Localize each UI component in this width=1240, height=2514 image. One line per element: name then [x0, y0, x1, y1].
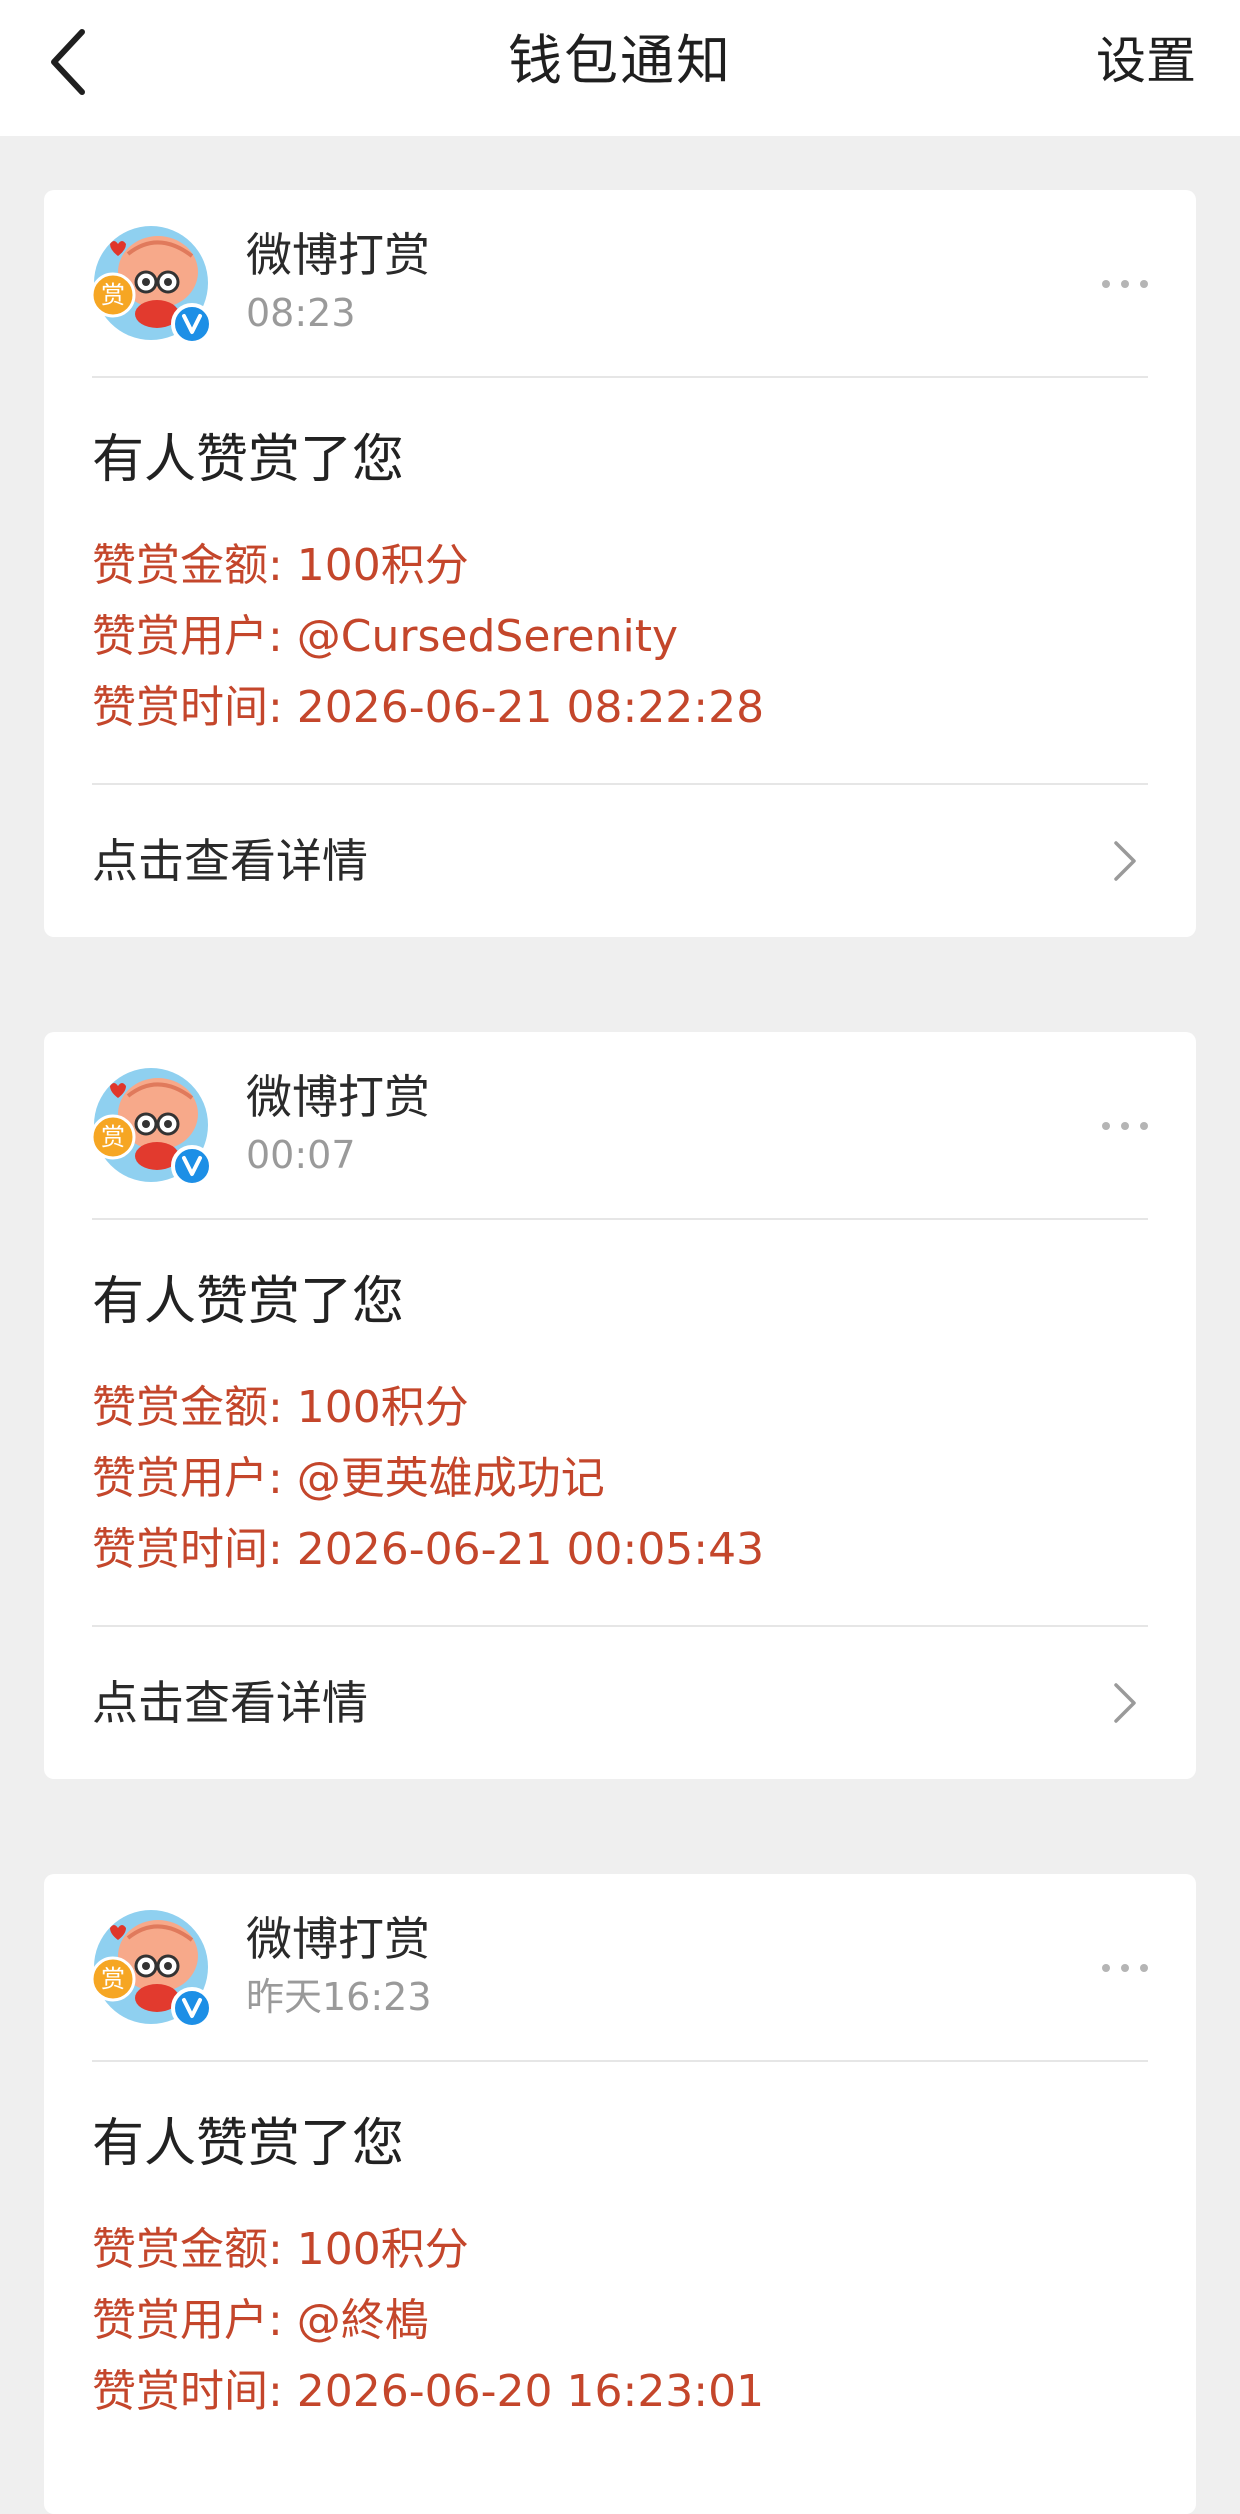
- view-details-link[interactable]: 点击查看详情: [44, 1627, 1196, 1779]
- card-body: 有人赞赏了您 赞赏金额: 100积分 赞赏用户: @CursedSerenity…: [44, 378, 1196, 783]
- page-title: 钱包通知: [508, 29, 732, 92]
- chevron-right-icon: [1114, 1683, 1136, 1723]
- reward-time: 赞赏时间: 2026-06-21 00:05:43: [92, 1524, 765, 1575]
- notification-card: 赏 微博打赏 08:23 有人赞赏了您 赞赏金额: 100积分 赞赏用户: @C…: [44, 190, 1196, 937]
- reward-amount: 赞赏金额: 100积分: [92, 540, 469, 591]
- svg-text:赏: 赏: [101, 1123, 125, 1151]
- card-body: 有人赞赏了您 赞赏金额: 100积分 赞赏用户: @更英雄成功记 赞赏时间: 2…: [44, 1220, 1196, 1625]
- avatar[interactable]: 赏: [90, 1908, 213, 2029]
- top-bar: 钱包通知 设置: [0, 0, 1240, 136]
- svg-text:赏: 赏: [101, 1965, 125, 1993]
- reward-user: 赞赏用户: @CursedSerenity: [92, 611, 679, 662]
- card-body: 有人赞赏了您 赞赏金额: 100积分 赞赏用户: @終槝 赞赏时间: 2026-…: [44, 2062, 1196, 2467]
- message-title: 有人赞赏了您: [92, 2114, 405, 2174]
- notification-time: 08:23: [246, 291, 356, 335]
- card-header: 赏 微博打赏 08:23: [44, 190, 1196, 376]
- reward-badge-icon: 赏: [90, 1956, 136, 2002]
- message-title: 有人赞赏了您: [92, 1272, 405, 1332]
- sender-name: 微博打赏: [246, 1912, 430, 1966]
- view-details-link[interactable]: 点击查看详情: [44, 785, 1196, 937]
- verified-badge-icon: [171, 1987, 213, 2029]
- message-title: 有人赞赏了您: [92, 430, 405, 490]
- card-header: 赏 微博打赏 昨天16:23: [44, 1874, 1196, 2060]
- verified-badge-icon: [171, 303, 213, 345]
- avatar[interactable]: 赏: [90, 1066, 213, 1187]
- verified-badge-icon: [171, 1145, 213, 1187]
- more-options-icon[interactable]: [1098, 1948, 1152, 1988]
- reward-user: 赞赏用户: @更英雄成功记: [92, 1453, 605, 1504]
- view-details-label: 点击查看详情: [92, 1676, 368, 1730]
- sender-name: 微博打赏: [246, 228, 430, 282]
- reward-amount: 赞赏金额: 100积分: [92, 1382, 469, 1433]
- reward-badge-icon: 赏: [90, 272, 136, 318]
- notification-card: 赏 微博打赏 昨天16:23 有人赞赏了您 赞赏金额: 100积分 赞赏用户: …: [44, 1874, 1196, 2514]
- notification-card: 赏 微博打赏 00:07 有人赞赏了您 赞赏金额: 100积分 赞赏用户: @更…: [44, 1032, 1196, 1779]
- notification-time: 00:07: [246, 1133, 356, 1177]
- svg-text:赏: 赏: [101, 281, 125, 309]
- reward-user: 赞赏用户: @終槝: [92, 2295, 429, 2346]
- card-header: 赏 微博打赏 00:07: [44, 1032, 1196, 1218]
- settings-button[interactable]: 设置: [1096, 0, 1196, 122]
- reward-amount: 赞赏金额: 100积分: [92, 2224, 469, 2275]
- more-options-icon[interactable]: [1098, 264, 1152, 304]
- more-options-icon[interactable]: [1098, 1106, 1152, 1146]
- reward-badge-icon: 赏: [90, 1114, 136, 1160]
- notification-time: 昨天16:23: [246, 1975, 432, 2019]
- view-details-label: 点击查看详情: [92, 834, 368, 888]
- avatar[interactable]: 赏: [90, 224, 213, 345]
- reward-time: 赞赏时间: 2026-06-20 16:23:01: [92, 2366, 765, 2417]
- sender-name: 微博打赏: [246, 1070, 430, 1124]
- chevron-right-icon: [1114, 841, 1136, 881]
- reward-time: 赞赏时间: 2026-06-21 08:22:28: [92, 682, 765, 733]
